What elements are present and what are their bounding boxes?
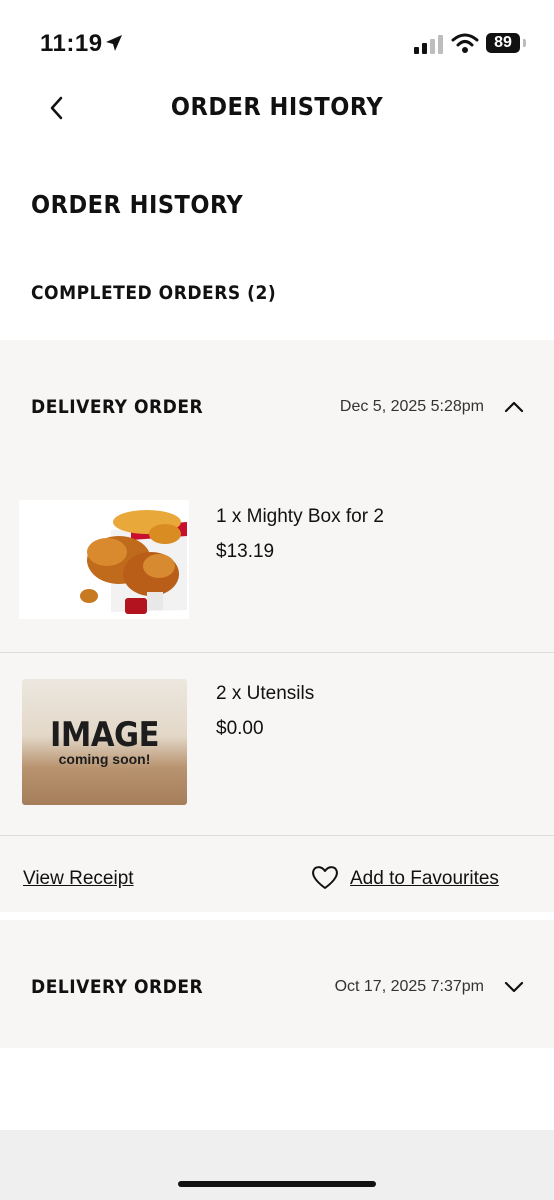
- collapse-order-button[interactable]: [502, 395, 526, 419]
- chevron-down-icon: [504, 981, 524, 993]
- order-actions: View Receipt Add to Favourites: [0, 836, 554, 912]
- order-header[interactable]: DELIVERY ORDER Dec 5, 2025 5:28pm: [0, 340, 554, 474]
- item-name: 1 x Mighty Box for 2: [216, 506, 384, 527]
- status-time: 11:19: [40, 30, 103, 57]
- order-type: DELIVERY ORDER: [31, 396, 204, 418]
- item-price: $0.00: [216, 718, 264, 739]
- status-bar: 11:19 89: [0, 0, 554, 80]
- nav-title: ORDER HISTORY: [170, 92, 384, 121]
- item-name: 2 x Utensils: [216, 683, 315, 704]
- signal-icon: [414, 35, 443, 54]
- placeholder-image-title: IMAGE: [50, 715, 160, 755]
- item-image-mighty-box: [19, 500, 189, 619]
- placeholder-image-subtitle: coming soon!: [58, 751, 151, 767]
- nav-header: ORDER HISTORY: [0, 80, 554, 136]
- battery-icon: 89: [486, 33, 520, 53]
- item-image-placeholder: IMAGE coming soon!: [22, 679, 187, 805]
- add-to-favourites-link[interactable]: Add to Favourites: [350, 868, 499, 890]
- wifi-icon: [451, 33, 479, 53]
- fried-chicken-image: [19, 500, 189, 619]
- order-card: DELIVERY ORDER Dec 5, 2025 5:28pm 1 x Mi…: [0, 340, 554, 912]
- order-item[interactable]: 1 x Mighty Box for 2 $13.19: [0, 474, 554, 652]
- view-receipt-link[interactable]: View Receipt: [23, 868, 134, 890]
- bottom-bar: [0, 1130, 554, 1200]
- order-date: Dec 5, 2025 5:28pm: [339, 398, 484, 415]
- completed-orders-heading: COMPLETED ORDERS (2): [31, 282, 277, 304]
- battery-cap: [523, 39, 526, 47]
- order-type: DELIVERY ORDER: [31, 976, 204, 998]
- order-date: Oct 17, 2025 7:37pm: [334, 978, 484, 995]
- expand-order-button[interactable]: [502, 975, 526, 999]
- item-price: $13.19: [216, 541, 275, 562]
- chevron-up-icon: [504, 401, 524, 413]
- order-card[interactable]: DELIVERY ORDER Oct 17, 2025 7:37pm: [0, 920, 554, 1048]
- location-arrow-icon: [106, 35, 122, 51]
- page-heading: ORDER HISTORY: [31, 190, 244, 219]
- order-item[interactable]: IMAGE coming soon! 2 x Utensils $0.00: [0, 653, 554, 835]
- heart-icon[interactable]: [310, 863, 340, 891]
- home-indicator[interactable]: [178, 1181, 376, 1187]
